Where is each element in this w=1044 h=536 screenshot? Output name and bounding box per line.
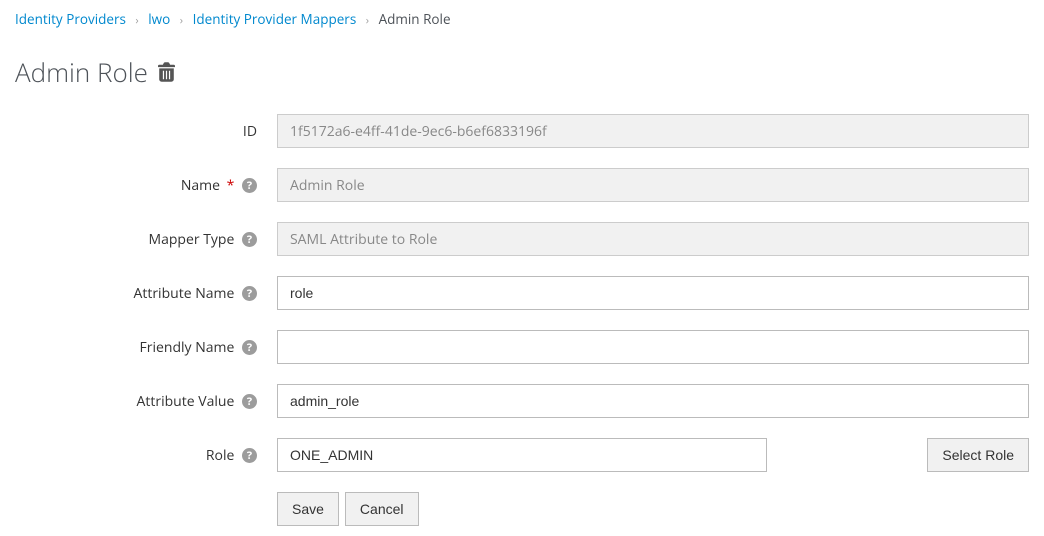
- save-button[interactable]: Save: [277, 492, 339, 526]
- breadcrumb-identity-providers[interactable]: Identity Providers: [15, 10, 126, 28]
- label-name-text: Name: [181, 176, 220, 195]
- breadcrumb-current: Admin Role: [379, 10, 451, 28]
- label-attribute-value-text: Attribute Value: [137, 392, 235, 411]
- chevron-right-icon: ›: [180, 13, 183, 28]
- role-input[interactable]: [277, 438, 767, 472]
- label-role-text: Role: [206, 446, 234, 465]
- label-id-text: ID: [243, 122, 257, 141]
- mapper-type-value: SAML Attribute to Role: [277, 222, 1029, 256]
- label-friendly-name: Friendly Name ?: [15, 338, 277, 357]
- page-title: Admin Role: [15, 54, 1029, 90]
- help-icon[interactable]: ?: [242, 286, 257, 301]
- required-asterisk: *: [227, 176, 235, 195]
- mapper-form: ID 1f5172a6-e4ff-41de-9ec6-b6ef6833196f …: [15, 114, 1029, 526]
- label-friendly-name-text: Friendly Name: [140, 338, 235, 357]
- label-mapper-type: Mapper Type ?: [15, 230, 277, 249]
- label-mapper-type-text: Mapper Type: [148, 230, 234, 249]
- chevron-right-icon: ›: [135, 13, 138, 28]
- breadcrumb-idp-mappers[interactable]: Identity Provider Mappers: [193, 10, 357, 28]
- label-attribute-name-text: Attribute Name: [133, 284, 234, 303]
- breadcrumb: Identity Providers › lwo › Identity Prov…: [15, 10, 1029, 34]
- attribute-value-input[interactable]: [277, 384, 1029, 418]
- select-role-button[interactable]: Select Role: [927, 438, 1029, 472]
- help-icon[interactable]: ?: [242, 232, 257, 247]
- label-attribute-value: Attribute Value ?: [15, 392, 277, 411]
- page-title-text: Admin Role: [15, 54, 148, 90]
- name-value: Admin Role: [277, 168, 1029, 202]
- label-role: Role ?: [15, 446, 277, 465]
- help-icon[interactable]: ?: [242, 340, 257, 355]
- label-name: Name * ?: [15, 176, 277, 195]
- id-value: 1f5172a6-e4ff-41de-9ec6-b6ef6833196f: [277, 114, 1029, 148]
- chevron-right-icon: ›: [366, 13, 369, 28]
- help-icon[interactable]: ?: [242, 178, 257, 193]
- attribute-name-input[interactable]: [277, 276, 1029, 310]
- label-id: ID: [15, 122, 277, 141]
- friendly-name-input[interactable]: [277, 330, 1029, 364]
- trash-icon[interactable]: [158, 62, 175, 82]
- label-attribute-name: Attribute Name ?: [15, 284, 277, 303]
- cancel-button[interactable]: Cancel: [345, 492, 419, 526]
- help-icon[interactable]: ?: [242, 394, 257, 409]
- help-icon[interactable]: ?: [242, 448, 257, 463]
- breadcrumb-lwo[interactable]: lwo: [148, 10, 170, 28]
